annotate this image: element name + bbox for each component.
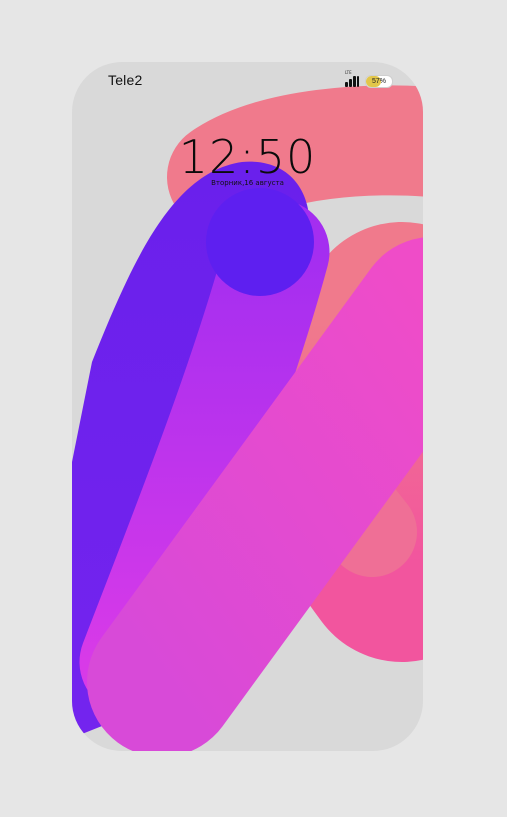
battery-icon: 57% [364,74,393,88]
lock-screen-time: 12:50 [178,130,317,184]
status-icons: LTE 57% [344,70,393,89]
status-bar: Tele2 LTE 57% [72,62,423,102]
network-type-label: LTE [344,70,352,75]
carrier-name: Tele2 [108,72,143,88]
wallpaper-shape-violet-cap [206,188,314,296]
signal-icon: LTE [344,70,359,87]
phone-screen: Tele2 LTE 57% 12:50 Вторник,16 августа [72,62,423,751]
lock-screen-date: Вторник,16 августа [211,179,284,187]
battery-percent: 57% [371,77,386,85]
